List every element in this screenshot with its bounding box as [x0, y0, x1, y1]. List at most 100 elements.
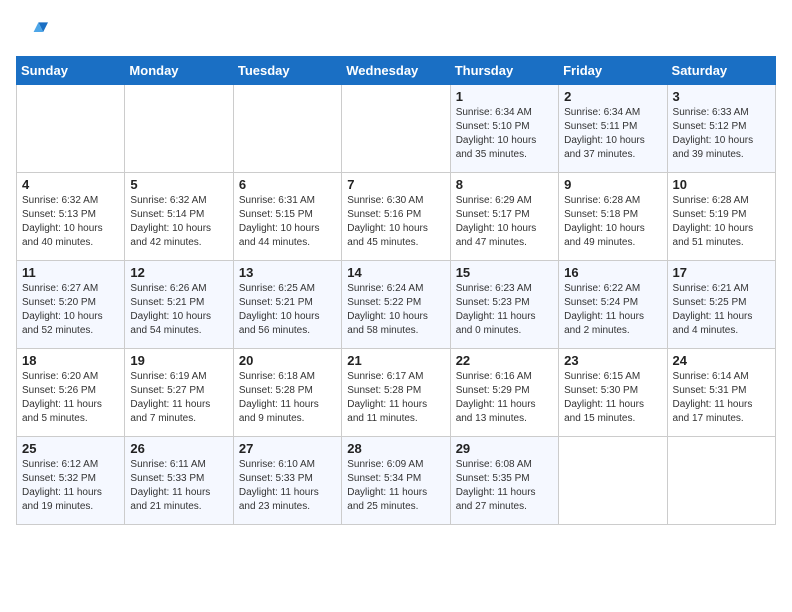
day-info: Sunrise: 6:20 AM Sunset: 5:26 PM Dayligh…	[22, 370, 119, 426]
day-info: Sunrise: 6:08 AM Sunset: 5:35 PM Dayligh…	[456, 458, 553, 514]
day-info: Sunrise: 6:12 AM Sunset: 5:32 PM Dayligh…	[22, 458, 119, 514]
day-number: 10	[673, 177, 770, 192]
logo-icon	[16, 16, 48, 48]
day-number: 29	[456, 441, 553, 456]
day-number: 16	[564, 265, 661, 280]
calendar-cell: 3 Sunrise: 6:33 AM Sunset: 5:12 PM Daylig…	[667, 85, 775, 173]
day-info: Sunrise: 6:19 AM Sunset: 5:27 PM Dayligh…	[130, 370, 227, 426]
calendar-cell	[667, 437, 775, 525]
calendar-cell	[342, 85, 450, 173]
calendar-cell: 16 Sunrise: 6:22 AM Sunset: 5:24 PM Dayli…	[559, 261, 667, 349]
day-number: 1	[456, 89, 553, 104]
weekday-header-wednesday: Wednesday	[342, 57, 450, 85]
day-number: 4	[22, 177, 119, 192]
calendar-cell: 11 Sunrise: 6:27 AM Sunset: 5:20 PM Dayli…	[17, 261, 125, 349]
day-number: 17	[673, 265, 770, 280]
calendar-week-2: 4 Sunrise: 6:32 AM Sunset: 5:13 PM Daylig…	[17, 173, 776, 261]
day-number: 7	[347, 177, 444, 192]
weekday-header-thursday: Thursday	[450, 57, 558, 85]
page-header	[16, 16, 776, 48]
calendar-cell: 13 Sunrise: 6:25 AM Sunset: 5:21 PM Dayli…	[233, 261, 341, 349]
day-number: 22	[456, 353, 553, 368]
calendar-cell	[125, 85, 233, 173]
day-info: Sunrise: 6:24 AM Sunset: 5:22 PM Dayligh…	[347, 282, 444, 338]
day-info: Sunrise: 6:34 AM Sunset: 5:11 PM Dayligh…	[564, 106, 661, 162]
calendar-table: SundayMondayTuesdayWednesdayThursdayFrid…	[16, 56, 776, 525]
weekday-header-sunday: Sunday	[17, 57, 125, 85]
calendar-week-4: 18 Sunrise: 6:20 AM Sunset: 5:26 PM Dayli…	[17, 349, 776, 437]
weekday-header-tuesday: Tuesday	[233, 57, 341, 85]
calendar-cell: 5 Sunrise: 6:32 AM Sunset: 5:14 PM Daylig…	[125, 173, 233, 261]
calendar-cell: 15 Sunrise: 6:23 AM Sunset: 5:23 PM Dayli…	[450, 261, 558, 349]
calendar-cell	[17, 85, 125, 173]
calendar-week-1: 1 Sunrise: 6:34 AM Sunset: 5:10 PM Daylig…	[17, 85, 776, 173]
day-info: Sunrise: 6:16 AM Sunset: 5:29 PM Dayligh…	[456, 370, 553, 426]
day-number: 9	[564, 177, 661, 192]
day-number: 18	[22, 353, 119, 368]
day-info: Sunrise: 6:31 AM Sunset: 5:15 PM Dayligh…	[239, 194, 336, 250]
calendar-cell: 12 Sunrise: 6:26 AM Sunset: 5:21 PM Dayli…	[125, 261, 233, 349]
day-info: Sunrise: 6:21 AM Sunset: 5:25 PM Dayligh…	[673, 282, 770, 338]
day-info: Sunrise: 6:25 AM Sunset: 5:21 PM Dayligh…	[239, 282, 336, 338]
day-number: 14	[347, 265, 444, 280]
day-info: Sunrise: 6:28 AM Sunset: 5:18 PM Dayligh…	[564, 194, 661, 250]
day-info: Sunrise: 6:34 AM Sunset: 5:10 PM Dayligh…	[456, 106, 553, 162]
day-number: 15	[456, 265, 553, 280]
day-info: Sunrise: 6:33 AM Sunset: 5:12 PM Dayligh…	[673, 106, 770, 162]
day-info: Sunrise: 6:32 AM Sunset: 5:13 PM Dayligh…	[22, 194, 119, 250]
day-number: 26	[130, 441, 227, 456]
calendar-cell	[233, 85, 341, 173]
day-info: Sunrise: 6:11 AM Sunset: 5:33 PM Dayligh…	[130, 458, 227, 514]
calendar-week-5: 25 Sunrise: 6:12 AM Sunset: 5:32 PM Dayli…	[17, 437, 776, 525]
day-info: Sunrise: 6:15 AM Sunset: 5:30 PM Dayligh…	[564, 370, 661, 426]
day-number: 3	[673, 89, 770, 104]
weekday-header-monday: Monday	[125, 57, 233, 85]
day-info: Sunrise: 6:14 AM Sunset: 5:31 PM Dayligh…	[673, 370, 770, 426]
day-info: Sunrise: 6:17 AM Sunset: 5:28 PM Dayligh…	[347, 370, 444, 426]
weekday-header-saturday: Saturday	[667, 57, 775, 85]
calendar-header-row: SundayMondayTuesdayWednesdayThursdayFrid…	[17, 57, 776, 85]
day-number: 6	[239, 177, 336, 192]
calendar-cell: 28 Sunrise: 6:09 AM Sunset: 5:34 PM Dayli…	[342, 437, 450, 525]
calendar-cell: 17 Sunrise: 6:21 AM Sunset: 5:25 PM Dayli…	[667, 261, 775, 349]
calendar-cell: 21 Sunrise: 6:17 AM Sunset: 5:28 PM Dayli…	[342, 349, 450, 437]
day-info: Sunrise: 6:22 AM Sunset: 5:24 PM Dayligh…	[564, 282, 661, 338]
day-number: 21	[347, 353, 444, 368]
calendar-cell: 27 Sunrise: 6:10 AM Sunset: 5:33 PM Dayli…	[233, 437, 341, 525]
day-number: 8	[456, 177, 553, 192]
day-info: Sunrise: 6:09 AM Sunset: 5:34 PM Dayligh…	[347, 458, 444, 514]
day-number: 27	[239, 441, 336, 456]
day-number: 13	[239, 265, 336, 280]
day-number: 25	[22, 441, 119, 456]
day-info: Sunrise: 6:23 AM Sunset: 5:23 PM Dayligh…	[456, 282, 553, 338]
day-number: 5	[130, 177, 227, 192]
logo	[16, 16, 52, 48]
calendar-cell: 22 Sunrise: 6:16 AM Sunset: 5:29 PM Dayli…	[450, 349, 558, 437]
day-info: Sunrise: 6:32 AM Sunset: 5:14 PM Dayligh…	[130, 194, 227, 250]
day-number: 24	[673, 353, 770, 368]
day-number: 28	[347, 441, 444, 456]
day-info: Sunrise: 6:28 AM Sunset: 5:19 PM Dayligh…	[673, 194, 770, 250]
calendar-cell: 10 Sunrise: 6:28 AM Sunset: 5:19 PM Dayli…	[667, 173, 775, 261]
day-number: 2	[564, 89, 661, 104]
calendar-cell: 19 Sunrise: 6:19 AM Sunset: 5:27 PM Dayli…	[125, 349, 233, 437]
calendar-cell: 24 Sunrise: 6:14 AM Sunset: 5:31 PM Dayli…	[667, 349, 775, 437]
calendar-cell: 6 Sunrise: 6:31 AM Sunset: 5:15 PM Daylig…	[233, 173, 341, 261]
calendar-cell: 26 Sunrise: 6:11 AM Sunset: 5:33 PM Dayli…	[125, 437, 233, 525]
day-number: 19	[130, 353, 227, 368]
calendar-cell: 7 Sunrise: 6:30 AM Sunset: 5:16 PM Daylig…	[342, 173, 450, 261]
calendar-cell: 9 Sunrise: 6:28 AM Sunset: 5:18 PM Daylig…	[559, 173, 667, 261]
day-number: 11	[22, 265, 119, 280]
day-info: Sunrise: 6:30 AM Sunset: 5:16 PM Dayligh…	[347, 194, 444, 250]
weekday-header-friday: Friday	[559, 57, 667, 85]
day-info: Sunrise: 6:26 AM Sunset: 5:21 PM Dayligh…	[130, 282, 227, 338]
day-number: 23	[564, 353, 661, 368]
day-number: 12	[130, 265, 227, 280]
calendar-cell: 4 Sunrise: 6:32 AM Sunset: 5:13 PM Daylig…	[17, 173, 125, 261]
day-info: Sunrise: 6:27 AM Sunset: 5:20 PM Dayligh…	[22, 282, 119, 338]
day-info: Sunrise: 6:10 AM Sunset: 5:33 PM Dayligh…	[239, 458, 336, 514]
calendar-cell: 29 Sunrise: 6:08 AM Sunset: 5:35 PM Dayli…	[450, 437, 558, 525]
day-info: Sunrise: 6:18 AM Sunset: 5:28 PM Dayligh…	[239, 370, 336, 426]
calendar-cell: 2 Sunrise: 6:34 AM Sunset: 5:11 PM Daylig…	[559, 85, 667, 173]
day-info: Sunrise: 6:29 AM Sunset: 5:17 PM Dayligh…	[456, 194, 553, 250]
